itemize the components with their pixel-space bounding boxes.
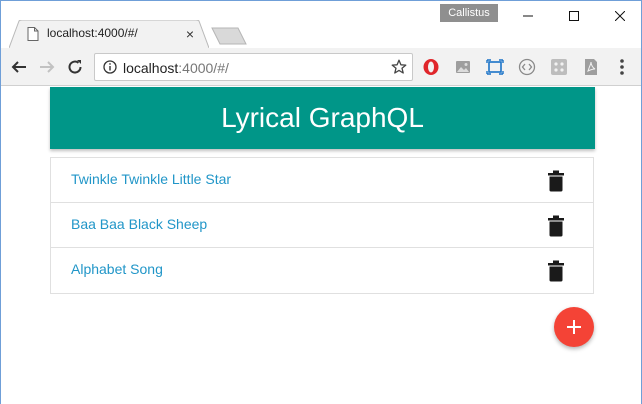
add-song-button[interactable] [554, 307, 594, 347]
tab-active[interactable]: localhost:4000/#/ × [9, 20, 209, 48]
reload-button[interactable] [64, 56, 86, 78]
maximize-icon [569, 11, 579, 21]
song-list-item: Baa Baa Black Sheep [51, 203, 593, 248]
info-icon[interactable] [103, 60, 117, 74]
opera-extension-button[interactable] [422, 58, 440, 76]
app-header: Lyrical GraphQL [50, 87, 595, 149]
reload-icon [68, 60, 82, 74]
maximize-button[interactable] [551, 1, 597, 31]
minimize-button[interactable] [505, 1, 551, 31]
back-arrow-icon [11, 61, 26, 73]
new-tab-button[interactable] [211, 27, 247, 45]
url-path: :4000/#/ [178, 60, 229, 76]
close-window-button[interactable] [597, 1, 642, 31]
forward-button[interactable] [36, 56, 58, 78]
grid-icon [551, 59, 567, 75]
image-icon [456, 61, 470, 73]
grid-extension-button[interactable] [550, 58, 568, 76]
code-icon [518, 58, 536, 76]
url-host: localhost [123, 60, 179, 76]
app-title: Lyrical GraphQL [221, 102, 424, 133]
opera-icon [423, 59, 439, 75]
screen-capture-icon [486, 59, 504, 75]
trash-icon[interactable] [547, 170, 565, 192]
page-icon [27, 27, 39, 41]
minimize-icon [523, 15, 533, 17]
song-list-item: Alphabet Song [51, 248, 593, 293]
pdf-extension-button[interactable] [582, 58, 600, 76]
url-text[interactable]: localhost:4000/#/ [123, 60, 229, 76]
image-extension-button[interactable] [454, 58, 472, 76]
tab-title: localhost:4000/#/ [47, 26, 138, 40]
trash-icon[interactable] [547, 260, 565, 282]
tab-close-icon[interactable]: × [182, 26, 198, 42]
browser-window: Callistus localhost:4000/#/ × localhost:… [0, 0, 642, 404]
close-icon [615, 11, 625, 21]
forward-arrow-icon [40, 61, 55, 73]
code-extension-button[interactable] [518, 58, 536, 76]
back-button[interactable] [8, 56, 30, 78]
address-bar[interactable]: localhost:4000/#/ [94, 53, 413, 81]
page-viewport: Lyrical GraphQL Twinkle Twinkle Little S… [1, 87, 641, 404]
screen-capture-extension-button[interactable] [486, 58, 504, 76]
song-list: Twinkle Twinkle Little Star Baa Baa Blac… [50, 157, 594, 294]
pdf-icon [585, 59, 597, 75]
star-icon[interactable] [391, 59, 407, 75]
profile-badge[interactable]: Callistus [440, 4, 498, 22]
tab-strip: Callistus localhost:4000/#/ × [1, 1, 642, 48]
more-vertical-icon[interactable] [615, 57, 629, 77]
browser-toolbar: localhost:4000/#/ [1, 48, 641, 86]
song-title-link[interactable]: Baa Baa Black Sheep [71, 216, 207, 232]
plus-icon [567, 320, 581, 334]
new-tab-shape [211, 27, 247, 45]
song-title-link[interactable]: Alphabet Song [71, 261, 163, 277]
trash-icon[interactable] [547, 215, 565, 237]
song-list-item: Twinkle Twinkle Little Star [51, 158, 593, 203]
song-title-link[interactable]: Twinkle Twinkle Little Star [71, 171, 231, 187]
